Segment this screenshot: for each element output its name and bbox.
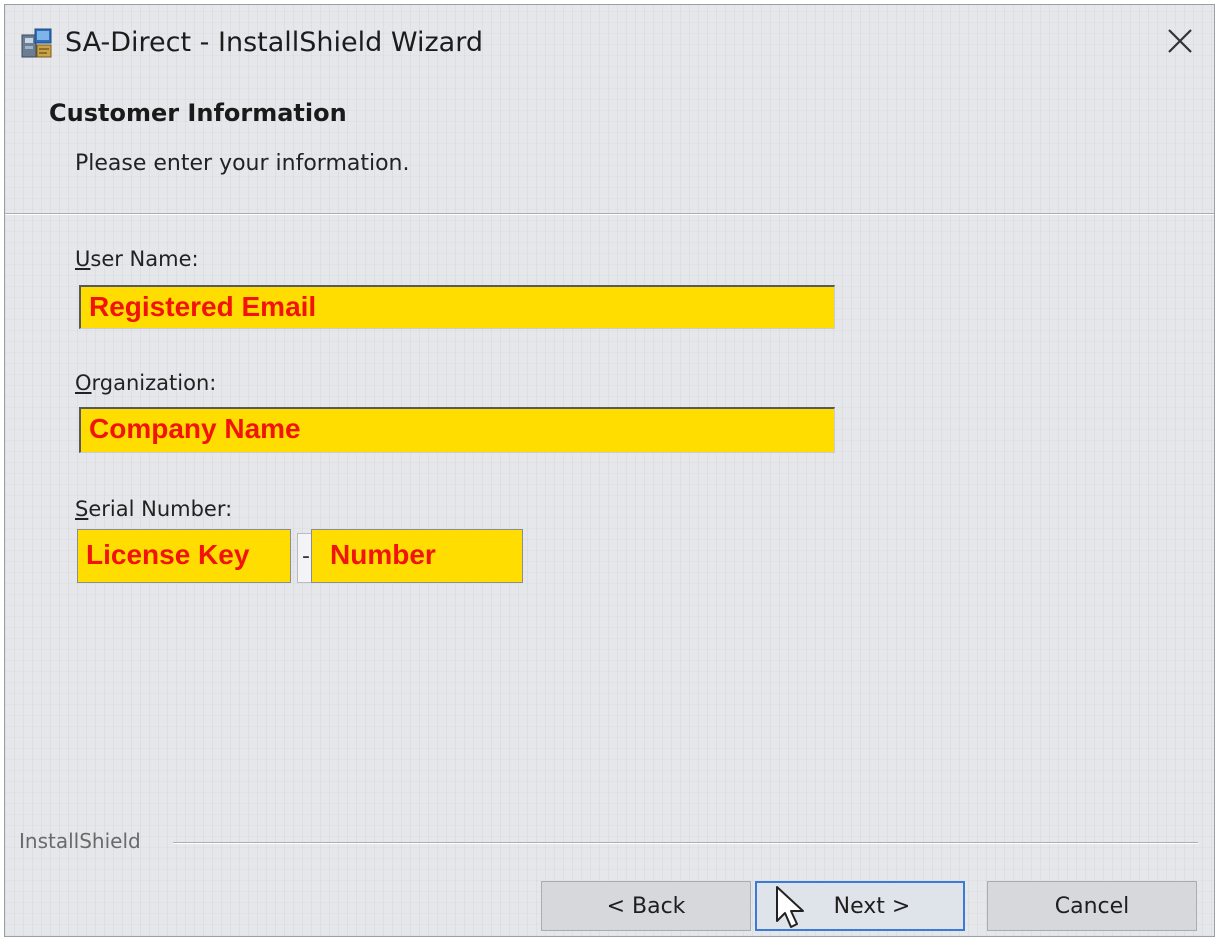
installer-icon bbox=[19, 25, 55, 61]
user-name-label: User Name: bbox=[75, 247, 199, 271]
footer-divider bbox=[173, 842, 1198, 844]
user-name-field[interactable]: Registered Email bbox=[79, 285, 835, 329]
back-button[interactable]: < Back bbox=[541, 881, 751, 931]
cancel-button-label: Cancel bbox=[1054, 893, 1130, 919]
organization-field[interactable]: Company Name bbox=[79, 407, 835, 453]
close-button[interactable] bbox=[1156, 19, 1204, 67]
installer-window: SA-Direct - InstallShield Wizard Custome… bbox=[4, 4, 1215, 937]
title-bar: SA-Direct - InstallShield Wizard bbox=[5, 5, 1214, 83]
cancel-button[interactable]: Cancel bbox=[987, 881, 1197, 931]
close-icon bbox=[1167, 28, 1193, 58]
serial-part2-field[interactable]: Number bbox=[311, 529, 523, 583]
back-button-label: < Back bbox=[606, 893, 686, 919]
header-divider bbox=[5, 213, 1214, 215]
serial-number-label: Serial Number: bbox=[75, 497, 233, 521]
window-title: SA-Direct - InstallShield Wizard bbox=[65, 27, 483, 58]
mouse-pointer-icon bbox=[775, 885, 811, 931]
brand-row: InstallShield bbox=[5, 825, 1214, 859]
page-subtitle: Please enter your information. bbox=[75, 151, 410, 176]
serial-part1-field[interactable]: License Key bbox=[77, 529, 291, 583]
organization-label: Organization: bbox=[75, 371, 217, 395]
brand-label: InstallShield bbox=[19, 829, 141, 853]
page-title: Customer Information bbox=[49, 99, 347, 127]
next-button-label: Next > bbox=[833, 893, 911, 919]
wizard-header: Customer Information Please enter your i… bbox=[5, 83, 1214, 215]
